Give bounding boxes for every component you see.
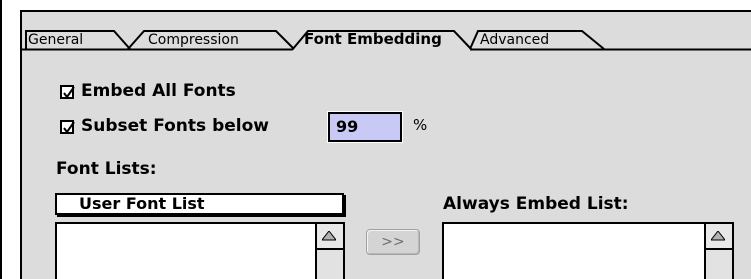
user-font-list-scrollbar[interactable]	[315, 224, 343, 279]
tab-compression[interactable]: Compression	[148, 31, 239, 49]
always-embed-list-label: Always Embed List:	[443, 194, 629, 214]
percent-label: %	[413, 116, 428, 134]
tab-advanced[interactable]: Advanced	[480, 31, 549, 49]
user-font-list-popup[interactable]: User Font List	[55, 193, 344, 215]
tab-font-embedding[interactable]: Font Embedding	[304, 30, 442, 48]
embed-all-fonts-label: Embed All Fonts	[81, 81, 236, 101]
scroll-up-button[interactable]	[706, 224, 732, 250]
user-font-listbox[interactable]	[55, 222, 345, 279]
up-arrow-icon	[322, 231, 336, 241]
subset-fonts-checkbox[interactable]	[60, 120, 75, 134]
checkmark-icon	[63, 121, 75, 134]
embed-all-fonts-checkbox[interactable]	[60, 85, 75, 99]
subset-fonts-label: Subset Fonts below	[81, 116, 269, 136]
always-embed-listbox[interactable]	[442, 222, 734, 279]
tab-general[interactable]: General	[28, 31, 83, 49]
checkmark-icon	[63, 86, 75, 99]
tab-bar: General Compression Font Embedding Advan…	[22, 12, 751, 51]
add-to-embed-list-button[interactable]: >>	[366, 229, 420, 255]
up-arrow-icon	[711, 231, 725, 241]
subset-percent-input[interactable]: 99	[327, 111, 403, 143]
always-embed-list-scrollbar[interactable]	[704, 224, 732, 279]
font-lists-heading: Font Lists:	[56, 159, 157, 179]
scroll-up-button[interactable]	[317, 224, 343, 250]
